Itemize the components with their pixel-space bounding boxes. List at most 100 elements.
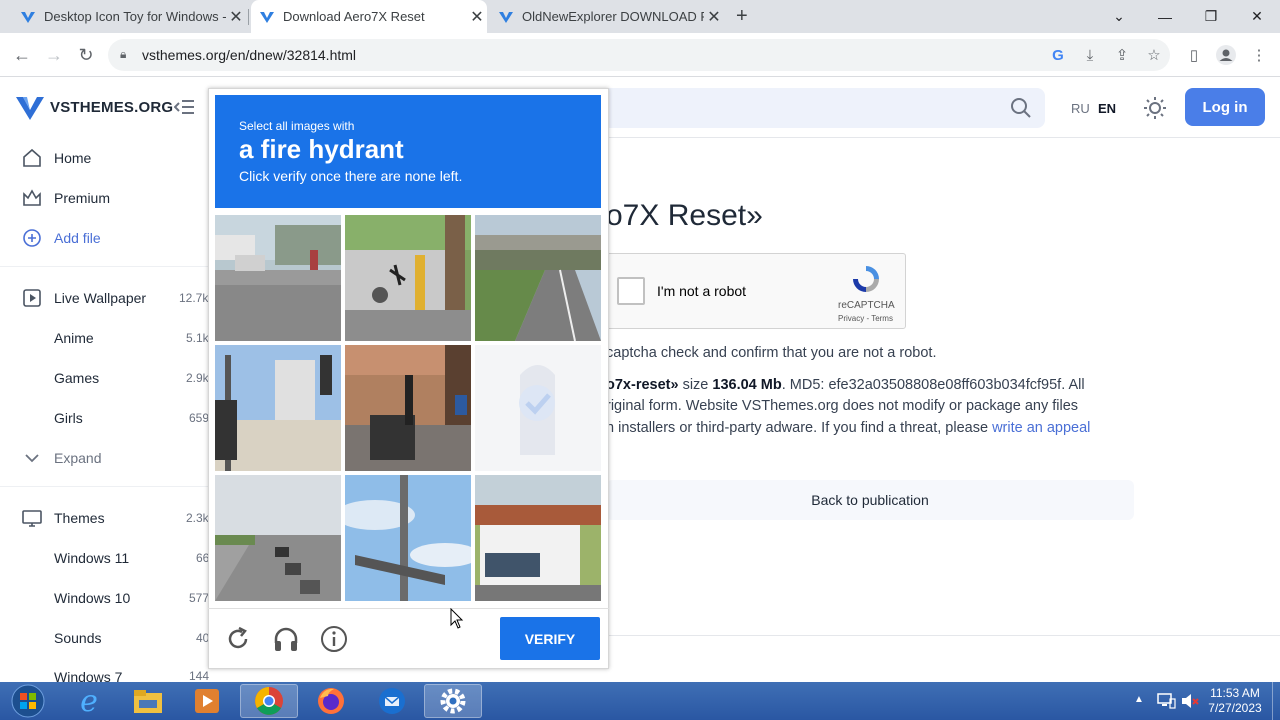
close-tab-icon[interactable]: ✕ [226,7,246,27]
recaptcha-logo-icon [853,266,879,292]
captcha-tile-8[interactable] [345,475,471,601]
taskbar-settings[interactable] [424,684,482,718]
bookmark-star-icon[interactable]: ☆ [1143,44,1165,66]
sidebar-divider [0,486,215,487]
sidebar-item-home[interactable]: Home [0,138,215,178]
captcha-tile-9[interactable] [475,475,601,601]
site-logo[interactable]: VSTHEMES.ORG [50,99,173,116]
share-icon[interactable]: ⇪ [1111,44,1133,66]
recaptcha-brand: reCAPTCHA [838,300,895,311]
captcha-tile-4[interactable] [215,345,341,471]
taskbar-firefox[interactable] [302,684,360,718]
captcha-tile-1[interactable] [215,215,341,341]
file-info-line: o7x-reset» size 136.04 Mb. MD5: efe32a03… [606,377,1085,393]
crown-icon [23,189,41,206]
reload-icon[interactable]: ↻ [74,43,98,67]
theme-toggle-sun-icon[interactable] [1143,96,1167,120]
start-button[interactable] [0,684,56,718]
sidebar-item-windows-7[interactable]: Windows 7 144 [0,658,215,682]
sidebar-divider [0,266,215,267]
tab-download-aero7x[interactable]: Download Aero7X Reset ✕ [251,0,487,33]
chrome-icon [255,687,283,715]
minimize-icon[interactable]: — [1142,0,1188,33]
write-appeal-link[interactable]: write an appeal [992,420,1090,436]
tab-search-icon[interactable]: ⌄ [1096,0,1142,33]
sidebar-item-add-file[interactable]: Add file [0,218,215,258]
show-hidden-icons-arrow-icon[interactable]: ▲ [1134,694,1144,705]
sidebar-item-premium[interactable]: Premium [0,178,215,218]
audio-challenge-headphones-icon[interactable] [272,625,300,653]
captcha-tile-5[interactable] [345,345,471,471]
captcha-tile-7[interactable] [215,475,341,601]
google-translate-icon[interactable]: G [1047,44,1069,66]
captcha-footer-divider [208,608,609,609]
captcha-prompt-line1: Select all images with [239,119,355,133]
play-icon [23,289,41,307]
sidebar-item-sounds[interactable]: Sounds 40 [0,618,215,658]
login-button[interactable]: Log in [1185,88,1265,126]
taskbar-thunderbird[interactable] [363,684,421,718]
side-panel-icon[interactable]: ▯ [1183,44,1205,66]
vsthemes-logo-icon[interactable] [15,95,45,121]
volume-muted-icon[interactable] [1180,692,1200,710]
network-icon[interactable] [1156,692,1176,710]
plus-circle-icon [23,229,41,247]
tab-desktop-icon-toy[interactable]: Desktop Icon Toy for Windows - ✕ [20,0,246,33]
collapse-sidebar-icon[interactable] [173,97,196,117]
captcha-target-object: a fire hydrant [239,134,404,164]
monitor-icon [22,510,42,527]
content-divider [606,635,1280,636]
install-app-icon[interactable]: ⤓ [1079,44,1101,66]
lock-icon[interactable]: 🔒︎ [120,47,126,62]
close-tab-icon[interactable]: ✕ [704,7,724,27]
site-search-bar[interactable] [600,88,1045,128]
info-icon[interactable] [320,625,348,653]
restore-icon[interactable]: ❐ [1188,0,1234,33]
show-desktop-button[interactable] [1272,682,1280,720]
file-info-line: n installers or third-party adware. If y… [606,420,1091,436]
taskbar-file-explorer[interactable] [119,684,177,718]
sidebar-item-games[interactable]: Games 2.9k [0,358,215,398]
captcha-tile-3[interactable] [475,215,601,341]
sidebar-item-live-wallpaper[interactable]: Live Wallpaper 12.7k [0,278,215,318]
sidebar-item-girls[interactable]: Girls 659 [0,398,215,438]
tab-divider [248,9,249,25]
vsthemes-favicon-icon [260,11,274,23]
sidebar-item-expand[interactable]: Expand [0,438,215,478]
recaptcha-label: I'm not a robot [657,283,747,299]
system-clock[interactable]: 11:53 AM 7/27/2023 [1200,686,1270,716]
windows-start-orb-icon [11,684,45,718]
forward-icon[interactable]: → [42,43,66,67]
lang-ru[interactable]: RU [1071,101,1090,116]
taskbar-media-player[interactable] [178,684,236,718]
verify-button[interactable]: VERIFY [500,617,600,660]
sidebar-item-anime[interactable]: Anime 5.1k [0,318,215,358]
lang-en[interactable]: EN [1098,101,1116,116]
taskbar-chrome[interactable] [240,684,298,718]
close-window-icon[interactable]: ✕ [1234,0,1280,33]
tab-oldnewexplorer[interactable]: OldNewExplorer DOWNLOAD FR ✕ [498,0,724,33]
menu-kebab-icon[interactable]: ⋮ [1248,44,1270,66]
sidebar-item-themes[interactable]: Themes 2.3k [0,498,215,538]
new-tab-icon[interactable]: + [736,5,748,28]
captcha-tile-2[interactable] [345,215,471,341]
recaptcha-checkbox[interactable] [617,277,645,305]
profile-avatar-icon[interactable] [1215,44,1237,66]
back-to-publication-button[interactable]: Back to publication [606,480,1134,520]
folder-icon [134,690,162,713]
recaptcha-terms[interactable]: Privacy - Terms [838,314,893,323]
captcha-tile-6-selected[interactable] [475,345,601,471]
back-icon[interactable]: ← [10,43,34,67]
close-tab-icon[interactable]: ✕ [467,7,487,27]
url-text[interactable]: vsthemes.org/en/dnew/32814.html [142,47,356,63]
media-player-icon [195,689,219,713]
taskbar-internet-explorer[interactable]: e [60,684,118,719]
reload-challenge-icon[interactable] [224,625,252,653]
file-info-line: riginal form. Website VSThemes.org does … [606,398,1079,414]
search-icon[interactable] [1010,97,1032,119]
sidebar-item-windows-10[interactable]: Windows 10 577 [0,578,215,618]
firefox-icon [318,688,344,714]
chevron-down-icon [25,454,39,463]
gear-icon [440,688,466,714]
sidebar-item-windows-11[interactable]: Windows 11 66 [0,538,215,578]
